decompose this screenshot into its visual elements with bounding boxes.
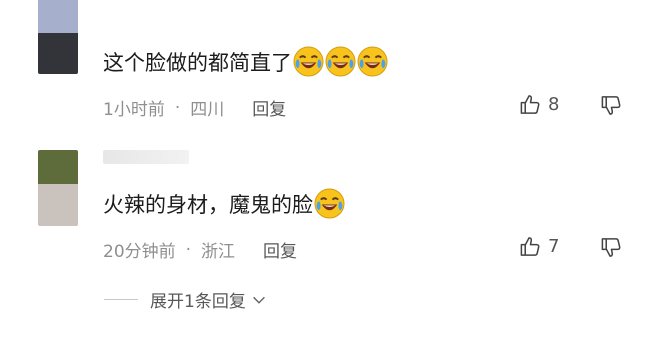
reply-button[interactable]: 回复 <box>252 95 286 120</box>
avatar[interactable] <box>38 0 78 74</box>
comment-meta: 1小时前 · 四川 回复 <box>103 95 286 121</box>
chevron-down-icon <box>252 296 265 304</box>
thumbs-down-icon[interactable] <box>600 236 623 259</box>
comment-location: 浙江 <box>201 242 236 262</box>
comment-location: 四川 <box>190 100 225 120</box>
expand-replies-button[interactable]: 展开1条回复 <box>104 287 268 312</box>
avatar[interactable] <box>38 150 78 226</box>
like-button[interactable]: 8 <box>519 93 559 116</box>
comment-time: 20分钟前 <box>103 242 176 262</box>
meta-separator: · <box>174 97 181 118</box>
divider-line <box>104 299 138 300</box>
comment-text: 这个脸做的都简直了 <box>103 50 292 75</box>
crying-laughing-emoji-icon <box>325 46 356 77</box>
expand-replies-label: 展开1条回复 <box>150 292 246 312</box>
like-count: 7 <box>548 236 560 257</box>
crying-laughing-emoji-icon <box>314 188 345 219</box>
thumbs-up-icon <box>520 237 540 256</box>
comment-text-row: 这个脸做的都简直了 <box>103 46 388 77</box>
comment-text-row: 火辣的身材，魔鬼的脸 <box>103 188 345 219</box>
like-button[interactable]: 7 <box>519 235 559 258</box>
crying-laughing-emoji-icon <box>357 46 388 77</box>
meta-separator: · <box>185 239 192 260</box>
reply-button[interactable]: 回复 <box>263 237 297 262</box>
comment-time: 1小时前 <box>103 100 165 120</box>
username-blurred[interactable] <box>103 150 189 164</box>
thumbs-up-icon <box>520 95 540 114</box>
comment-text: 火辣的身材，魔鬼的脸 <box>103 192 313 217</box>
like-count: 8 <box>548 94 560 115</box>
crying-laughing-emoji-icon <box>293 46 324 77</box>
thumbs-down-icon[interactable] <box>600 94 623 117</box>
comment-meta: 20分钟前 · 浙江 回复 <box>103 237 297 263</box>
